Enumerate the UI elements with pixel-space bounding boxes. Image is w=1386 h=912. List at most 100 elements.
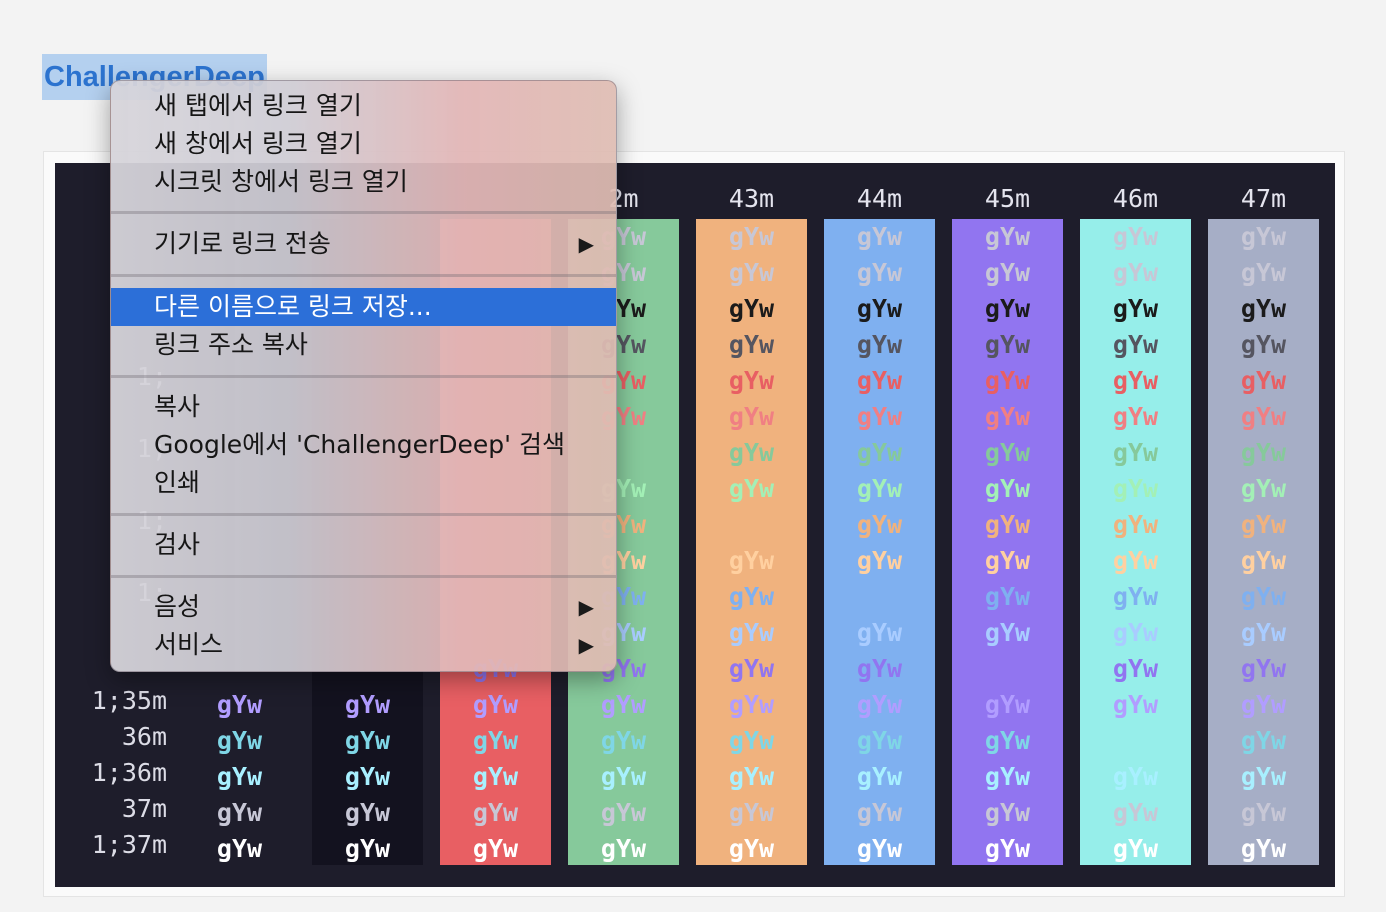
sample-cell: gYw xyxy=(1112,402,1159,431)
menu-item-label: 복사 xyxy=(154,392,201,421)
row-label: 36m xyxy=(121,722,167,751)
sample-cell: gYw xyxy=(856,258,903,287)
sample-cell: gYw xyxy=(856,798,903,827)
sample-cell: gYw xyxy=(856,474,903,503)
sample-cell: gYw xyxy=(984,618,1031,647)
sample-cell: gYw xyxy=(856,402,903,431)
sample-cell: gYw xyxy=(856,294,903,323)
menu-separator xyxy=(111,513,616,516)
sample-cell: gYw xyxy=(1112,330,1159,359)
sample-cell: gYw xyxy=(344,762,391,791)
sample-cell: gYw xyxy=(728,690,775,719)
menu-item-label: 새 탭에서 링크 열기 xyxy=(154,91,362,120)
menu-separator xyxy=(111,575,616,578)
sample-cell: gYw xyxy=(856,330,903,359)
sample-cell: gYw xyxy=(216,834,263,863)
menu-item-label: 새 창에서 링크 열기 xyxy=(154,129,362,158)
sample-cell: gYw xyxy=(472,690,519,719)
sample-cell: gYw xyxy=(1240,258,1287,287)
sample-cell: gYw xyxy=(856,510,903,539)
menu-item-open-new-window[interactable]: 새 창에서 링크 열기 xyxy=(111,125,616,163)
sample-cell: gYw xyxy=(1240,834,1287,863)
menu-item-label: 인쇄 xyxy=(154,468,201,497)
menu-item-label: 기기로 링크 전송 xyxy=(154,229,331,258)
menu-item-copy-link-address[interactable]: 링크 주소 복사 xyxy=(111,326,616,364)
column-header: 46m xyxy=(1112,184,1159,213)
sample-cell: gYw xyxy=(728,726,775,755)
menu-item-search-google[interactable]: Google에서 'ChallengerDeep' 검색 xyxy=(111,426,616,464)
menu-item-label: Google에서 'ChallengerDeep' 검색 xyxy=(154,430,565,459)
sample-cell: gYw xyxy=(216,690,263,719)
sample-cell: gYw xyxy=(216,762,263,791)
sample-cell: gYw xyxy=(1112,798,1159,827)
sample-cell: gYw xyxy=(728,762,775,791)
sample-cell: gYw xyxy=(600,798,647,827)
sample-cell: gYw xyxy=(728,366,775,395)
sample-cell: gYw xyxy=(1112,654,1159,683)
menu-item-label: 시크릿 창에서 링크 열기 xyxy=(154,167,408,196)
sample-cell: gYw xyxy=(1240,582,1287,611)
sample-cell: gYw xyxy=(856,690,903,719)
sample-cell: gYw xyxy=(728,834,775,863)
sample-cell: gYw xyxy=(728,546,775,575)
submenu-arrow-icon: ▶ xyxy=(578,232,594,256)
sample-cell: gYw xyxy=(1112,510,1159,539)
menu-item-inspect[interactable]: 검사 xyxy=(111,526,616,564)
sample-cell: gYw xyxy=(1112,690,1159,719)
sample-cell: gYw xyxy=(984,222,1031,251)
menu-separator xyxy=(111,274,616,277)
sample-cell: gYw xyxy=(1240,546,1287,575)
submenu-arrow-icon: ▶ xyxy=(578,595,594,619)
sample-cell: gYw xyxy=(984,402,1031,431)
sample-cell: gYw xyxy=(856,222,903,251)
sample-cell: gYw xyxy=(1112,258,1159,287)
menu-item-copy[interactable]: 복사 xyxy=(111,388,616,426)
sample-cell: gYw xyxy=(984,762,1031,791)
sample-cell: gYw xyxy=(1112,762,1159,791)
sample-cell: gYw xyxy=(1240,438,1287,467)
sample-cell: gYw xyxy=(728,798,775,827)
menu-item-services[interactable]: 서비스 ▶ xyxy=(111,626,616,664)
sample-cell: gYw xyxy=(856,726,903,755)
menu-item-send-to-device[interactable]: 기기로 링크 전송 ▶ xyxy=(111,225,616,263)
sample-cell: gYw xyxy=(1112,618,1159,647)
menu-item-label: 서비스 xyxy=(154,630,224,659)
sample-cell: gYw xyxy=(728,474,775,503)
sample-cell: gYw xyxy=(600,726,647,755)
menu-item-open-new-tab[interactable]: 새 탭에서 링크 열기 xyxy=(111,87,616,125)
sample-cell: gYw xyxy=(856,618,903,647)
context-menu: 새 탭에서 링크 열기 새 창에서 링크 열기 시크릿 창에서 링크 열기 기기… xyxy=(110,80,617,672)
sample-cell: gYw xyxy=(1240,762,1287,791)
submenu-arrow-icon: ▶ xyxy=(578,633,594,657)
sample-cell: gYw xyxy=(728,222,775,251)
sample-cell: gYw xyxy=(600,762,647,791)
sample-cell: gYw xyxy=(728,402,775,431)
sample-cell: gYw xyxy=(472,726,519,755)
sample-cell: gYw xyxy=(1240,726,1287,755)
sample-cell: gYw xyxy=(728,258,775,287)
row-label: 1;36m xyxy=(91,758,167,787)
sample-cell: gYw xyxy=(1240,402,1287,431)
sample-cell: gYw xyxy=(728,618,775,647)
menu-item-speech[interactable]: 음성 ▶ xyxy=(111,588,616,626)
sample-cell: gYw xyxy=(1240,510,1287,539)
menu-item-label: 링크 주소 복사 xyxy=(154,330,308,359)
sample-cell: gYw xyxy=(344,726,391,755)
menu-item-print[interactable]: 인쇄 xyxy=(111,464,616,502)
sample-cell: gYw xyxy=(984,798,1031,827)
menu-item-open-incognito[interactable]: 시크릿 창에서 링크 열기 xyxy=(111,163,616,201)
sample-cell: gYw xyxy=(600,690,647,719)
menu-item-save-link-as[interactable]: 다른 이름으로 링크 저장... xyxy=(111,288,616,326)
sample-cell: gYw xyxy=(984,690,1031,719)
sample-cell: gYw xyxy=(344,690,391,719)
sample-cell: gYw xyxy=(984,366,1031,395)
sample-cell: gYw xyxy=(984,474,1031,503)
sample-cell: gYw xyxy=(472,834,519,863)
sample-cell: gYw xyxy=(728,438,775,467)
sample-cell: gYw xyxy=(728,330,775,359)
sample-cell: gYw xyxy=(1112,438,1159,467)
sample-cell: gYw xyxy=(856,366,903,395)
sample-cell: gYw xyxy=(856,438,903,467)
sample-cell: gYw xyxy=(1240,798,1287,827)
row-label: 1;35m xyxy=(91,686,167,715)
